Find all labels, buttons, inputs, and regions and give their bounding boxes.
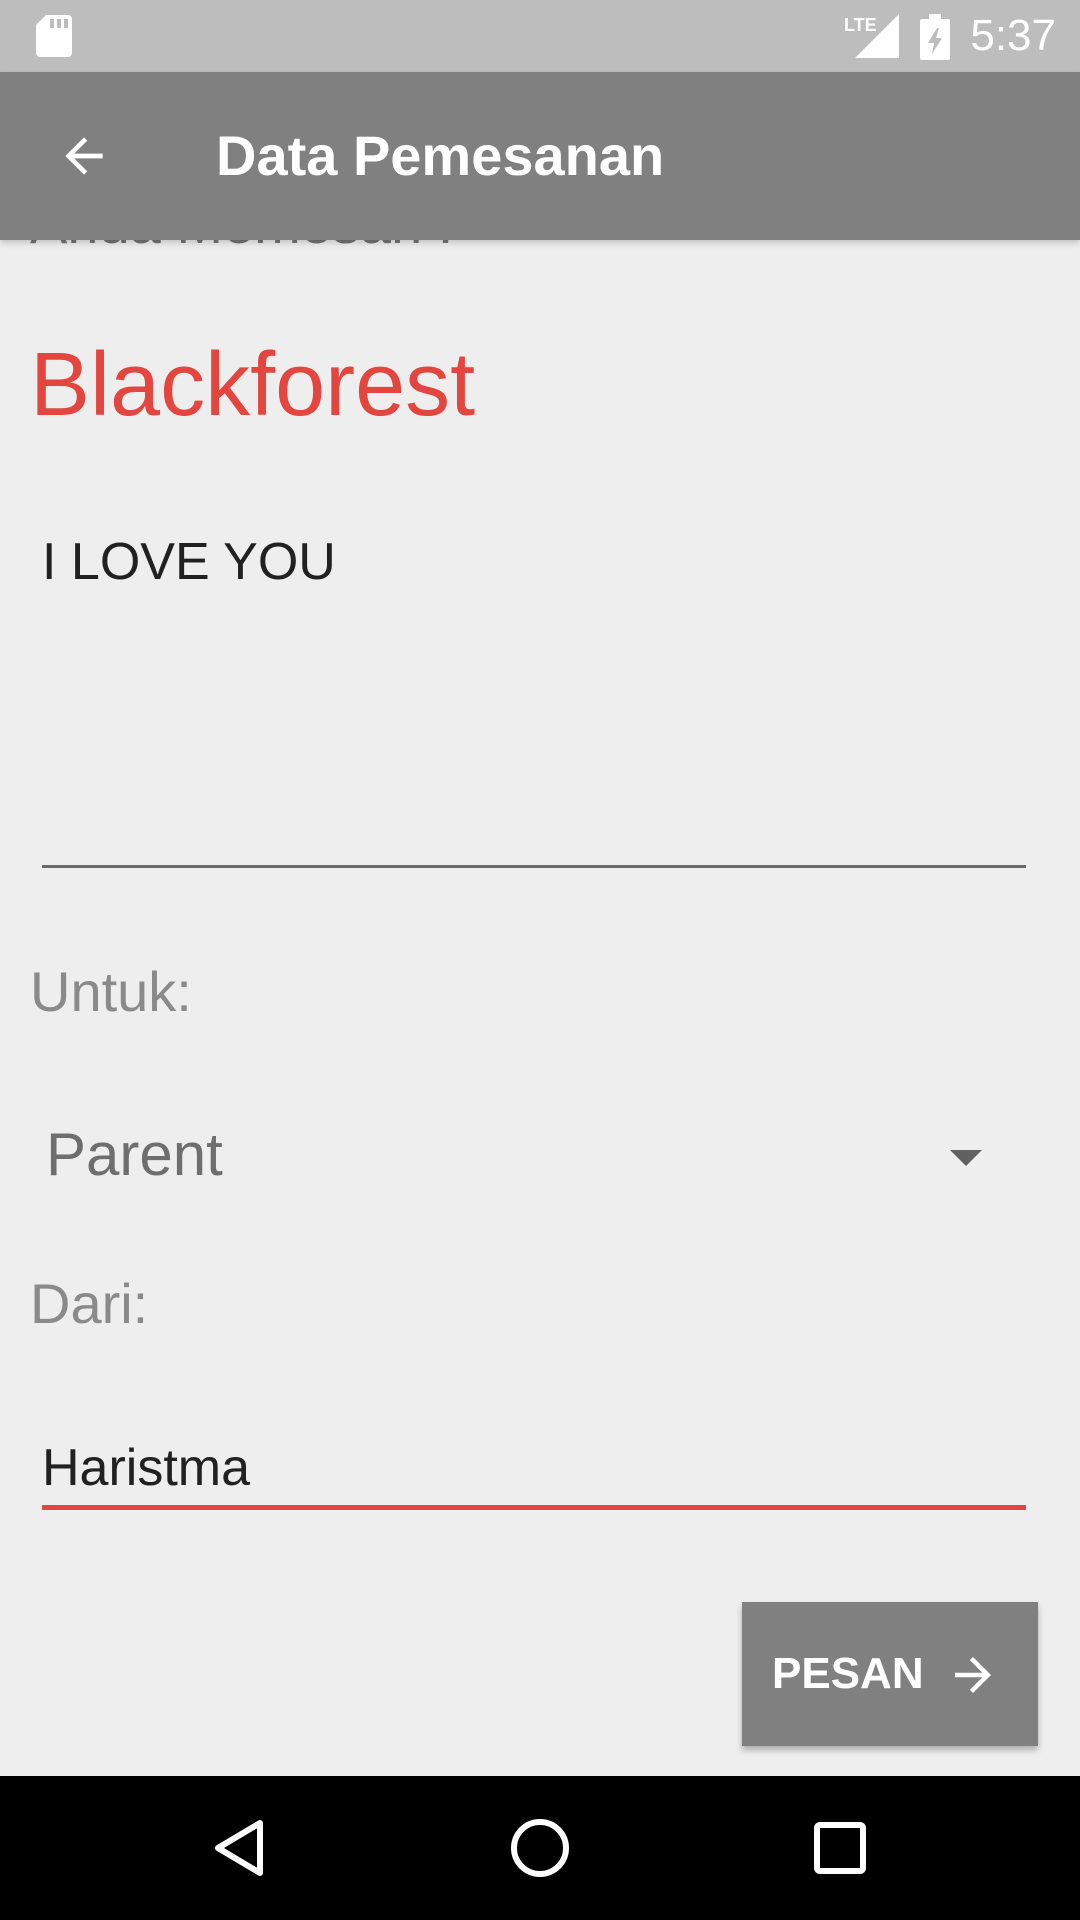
page-title: Data Pemesanan: [216, 124, 665, 187]
order-form: Anda Memesan : Blackforest I LOVE YOU Un…: [0, 240, 1080, 1776]
recipient-label: Untuk:: [30, 960, 192, 1023]
message-field[interactable]: I LOVE YOU: [42, 530, 1026, 868]
app-bar: Data Pemesanan: [0, 72, 1080, 240]
nav-back-button[interactable]: [192, 1800, 288, 1896]
recipient-select[interactable]: Parent: [30, 1100, 1020, 1220]
navigation-bar: [0, 1776, 1080, 1920]
order-label: Anda Memesan :: [30, 240, 453, 256]
back-button[interactable]: [36, 108, 132, 204]
order-submit-label: PESAN: [772, 1649, 924, 1698]
order-submit-button[interactable]: PESAN: [742, 1602, 1038, 1746]
arrow-forward-icon: [955, 1657, 991, 1693]
lte-label: LTE: [844, 15, 877, 35]
battery-charging-icon: [920, 14, 950, 60]
arrow-back-icon: [65, 137, 103, 175]
nav-home-button[interactable]: [492, 1800, 588, 1896]
lte-signal-icon: LTE: [844, 14, 899, 58]
sd-card-icon: [36, 15, 72, 57]
home-circle-icon: [511, 1819, 569, 1877]
status-bar: LTE 5:37: [0, 0, 1080, 72]
sender-label: Dari:: [30, 1272, 149, 1335]
back-triangle-icon: [215, 1820, 263, 1876]
nav-recents-button[interactable]: [792, 1800, 888, 1896]
product-name: Blackforest: [30, 335, 476, 435]
recipient-select-value: Parent: [46, 1121, 223, 1188]
status-clock: 5:37: [970, 11, 1056, 60]
dropdown-arrow-icon: [950, 1150, 982, 1166]
recents-square-icon: [814, 1822, 866, 1874]
sender-field[interactable]: [42, 1430, 1026, 1510]
